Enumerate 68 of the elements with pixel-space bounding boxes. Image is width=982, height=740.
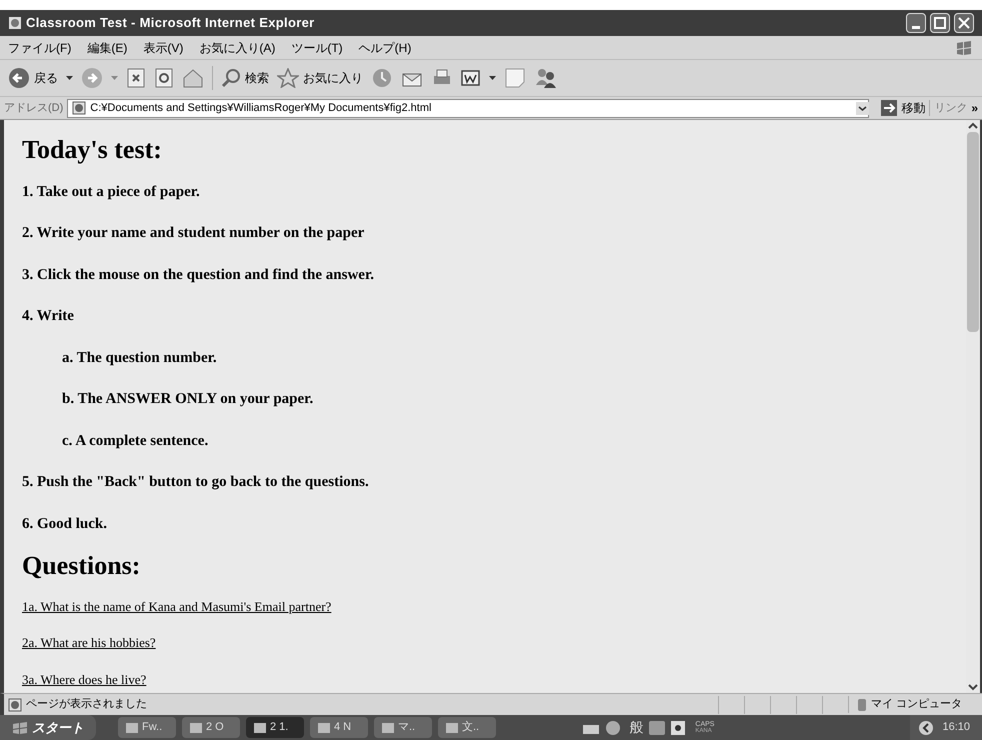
menu-item[interactable]: ヘルプ(H) [358, 38, 412, 56]
instruction-text: 2. Write your name and student number on the paper [22, 224, 366, 243]
taskbar-button[interactable]: マ.. [374, 717, 432, 738]
question-link[interactable]: 2a. What are his hobbies? [22, 633, 156, 652]
taskbar-button[interactable]: 文.. [438, 717, 496, 738]
minimize-icon [912, 26, 920, 29]
address-field[interactable]: C:¥Documents and Settings¥WilliamsRoger¥My Documents¥fig2.html [67, 98, 870, 118]
page-heading: Today's test: [22, 134, 163, 166]
windows-logo-icon [12, 720, 28, 734]
scrollbar-thumb[interactable] [967, 132, 979, 332]
instruction-text: a. The question number. [62, 348, 218, 368]
menu-item[interactable]: ツール(T) [291, 38, 343, 56]
taskbar-button[interactable]: 2 1. [246, 717, 304, 738]
question-link[interactable]: 1a. What is the name of Kana and Masumi's Email partner? [22, 596, 332, 616]
instruction-text: c. A complete sentence. [62, 432, 210, 450]
taskbar-button[interactable]: 4 N [310, 717, 368, 738]
window-icon [254, 722, 266, 732]
instruction-text: 3. Click the mouse on the question and find the answer. [22, 266, 375, 284]
chevron-left-icon[interactable] [918, 720, 934, 736]
zone-text: マイ コンピュータ [871, 697, 962, 712]
window-title: Classroom Test - Microsoft Internet Explorer [26, 14, 315, 32]
windows-logo-icon[interactable] [954, 38, 974, 56]
dropdown-arrow-icon[interactable] [66, 76, 73, 80]
clock-text: 16:10 [942, 720, 970, 736]
arrow-right-icon [881, 100, 898, 116]
instruction-text: 6. Good luck. [22, 514, 108, 534]
instruction-text: b. The ANSWER ONLY on your paper. [62, 390, 314, 409]
section-heading: Questions: [22, 550, 142, 582]
page-icon [72, 101, 86, 115]
minimize-button[interactable] [906, 13, 926, 33]
word-document-icon[interactable] [461, 69, 481, 87]
window-icon [126, 722, 138, 732]
menu-item[interactable]: 編集(E) [87, 38, 128, 56]
taskbar-button[interactable]: 2 O [182, 717, 240, 738]
close-button[interactable] [954, 13, 974, 33]
maximize-icon [931, 14, 949, 32]
star-icon [277, 68, 299, 88]
dropdown-arrow-icon[interactable] [489, 76, 496, 80]
scrollbar[interactable] [966, 120, 980, 693]
people-icon[interactable] [534, 67, 558, 89]
instruction-text: 5. Push the "Back" button to go back to the questions. [22, 473, 370, 492]
taskbar-button[interactable]: Fw.. [118, 717, 176, 738]
address-label: アドレス(D) [4, 100, 64, 116]
search-icon [221, 68, 241, 88]
question-link[interactable]: 3a. Where does he live? [22, 670, 146, 689]
search-button[interactable]: 検索 [221, 68, 269, 88]
back-button[interactable]: 戻る [8, 67, 58, 89]
window-icon [190, 722, 202, 732]
page-icon[interactable] [8, 698, 22, 712]
window-icon [318, 722, 330, 732]
start-button[interactable]: スタート [0, 715, 96, 740]
menu-item[interactable]: 表示(V) [143, 38, 184, 56]
ime-mode-text: 般 [629, 718, 644, 737]
favorites-button[interactable]: お気に入り [277, 68, 363, 88]
menu-item[interactable]: ファイル(F) [8, 38, 72, 56]
instruction-text: 4. Write [22, 307, 75, 326]
home-icon[interactable] [182, 68, 204, 88]
window-icon [446, 722, 458, 732]
stop-icon[interactable] [126, 68, 146, 88]
menu-item[interactable]: お気に入り(A) [199, 38, 276, 56]
status-text: ページが表示されました [26, 697, 148, 712]
more-button[interactable]: » [971, 99, 978, 117]
window-icon [382, 722, 394, 732]
instruction-text: 1. Take out a piece of paper. [22, 182, 201, 202]
note-icon[interactable] [504, 67, 526, 89]
go-button[interactable]: 移動 [877, 99, 926, 117]
maximize-button[interactable] [930, 13, 950, 33]
page-icon[interactable] [8, 16, 22, 30]
